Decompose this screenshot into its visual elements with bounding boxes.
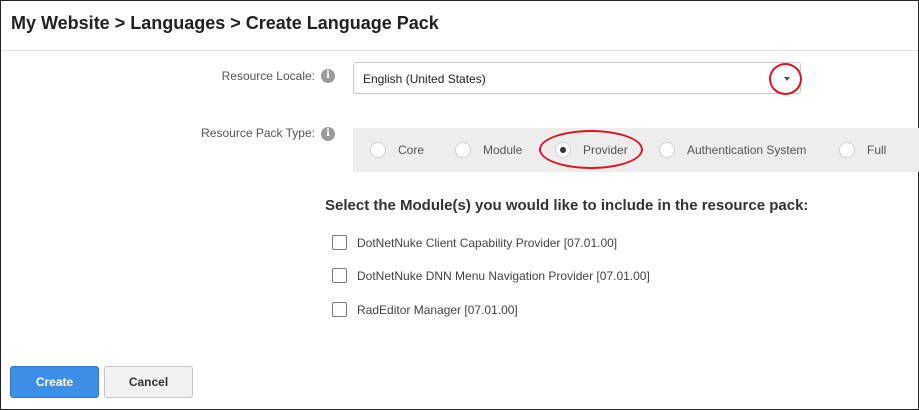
info-icon[interactable]: i <box>321 127 335 141</box>
radio-button[interactable] <box>839 142 855 158</box>
radio-button[interactable] <box>659 142 675 158</box>
checkbox[interactable] <box>332 235 347 250</box>
radio-label: Full <box>867 143 887 157</box>
checkbox[interactable] <box>332 302 347 317</box>
annotation-circle-provider <box>539 130 643 169</box>
resource-locale-label: Resource Locale: <box>221 69 315 83</box>
radio-label: Module <box>483 143 523 157</box>
modules-heading: Select the Module(s) you would like to i… <box>325 197 809 214</box>
annotation-circle-dropdown <box>769 63 802 95</box>
window-frame: My Website > Languages > Create Language… <box>0 0 919 410</box>
page-title: My Website > Languages > Create Language… <box>11 13 439 33</box>
cancel-button[interactable]: Cancel <box>104 366 193 398</box>
create-button[interactable]: Create <box>10 366 99 398</box>
radio-button[interactable] <box>370 142 386 158</box>
checkbox-label: RadEditor Manager [07.01.00] <box>357 303 518 317</box>
radio-label: Authentication System <box>687 143 807 157</box>
divider <box>2 50 918 51</box>
radio-button[interactable] <box>455 142 471 158</box>
resource-locale-value: English (United States) <box>363 72 486 86</box>
checkbox-label: DotNetNuke DNN Menu Navigation Provider … <box>357 269 650 283</box>
checkbox[interactable] <box>332 268 347 283</box>
info-icon[interactable]: i <box>321 69 335 83</box>
resource-locale-select[interactable]: English (United States) <box>353 62 801 94</box>
checkbox-label: DotNetNuke Client Capability Provider [0… <box>357 236 618 250</box>
resource-pack-type-label: Resource Pack Type: <box>201 126 315 140</box>
radio-label: Core <box>398 143 425 157</box>
